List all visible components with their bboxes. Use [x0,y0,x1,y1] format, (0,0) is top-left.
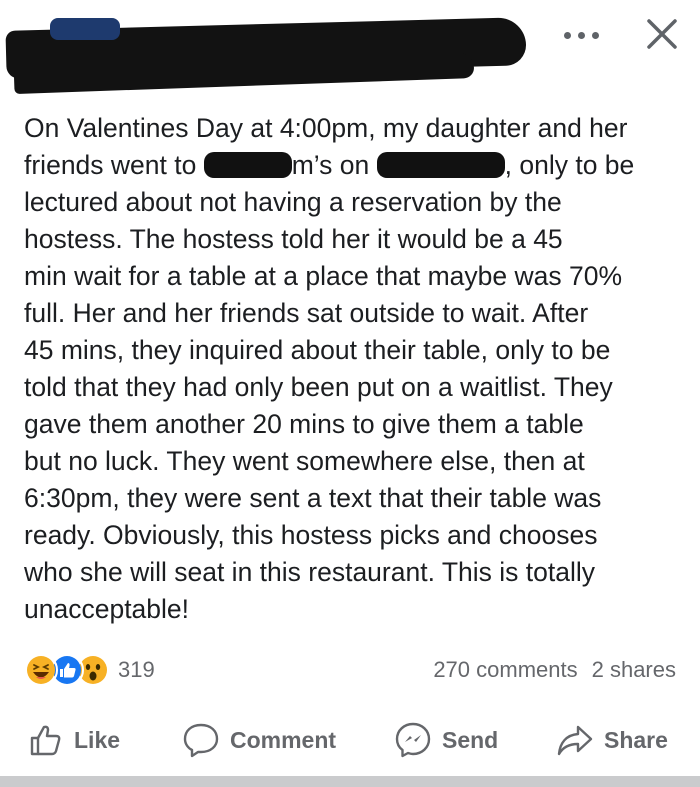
comment-button[interactable]: Comment [182,718,336,762]
like-button[interactable]: Like [28,718,120,762]
redacted-avatar [50,18,120,40]
post-line: ready. Obviously, this hostess picks and… [24,520,598,550]
close-icon[interactable] [644,16,680,52]
post-body-text: On Valentines Day at 4:00pm, my daughter… [24,110,684,628]
post-line: unacceptable! [24,594,190,624]
comment-label: Comment [230,726,337,753]
post-line-redacted: friends went to m’s on , only to be [24,147,684,184]
post-line: 6:30pm, they were sent a text that their… [24,483,602,513]
shares-count-link[interactable]: 2 shares [592,657,676,683]
comments-count-link[interactable]: 270 comments [433,657,577,683]
post-line-fragment: m’s on [291,150,377,180]
reactions-summary[interactable]: 319 [24,652,155,688]
post-line: lectured about not having a reservation … [24,187,562,217]
send-label: Send [442,726,499,753]
haha-emoji-icon [24,653,58,687]
post-line-fragment: friends went to [24,150,204,180]
post-line: hostess. The hostess told her it would b… [24,224,563,254]
reaction-count: 319 [118,657,155,682]
like-thumb-outline-icon [30,725,61,756]
post-header [0,0,700,100]
post-line: told that they had only been put on a wa… [24,372,613,402]
post-line: but no luck. They went somewhere else, t… [24,446,585,476]
send-button[interactable]: Send [394,718,498,762]
post-line: gave them another 20 mins to give them a… [24,409,584,439]
engagement-stats: 270 comments 2 shares [433,652,676,688]
messenger-icon [395,722,431,758]
share-button[interactable]: Share [556,718,668,762]
bottom-divider [0,776,700,787]
post-action-bar: Like Comment Send Share [0,710,700,770]
redacted-street-name [376,152,505,178]
share-arrow-icon [557,725,593,756]
share-label: Share [604,726,668,753]
post-line: full. Her and her friends sat outside to… [24,298,589,328]
like-label: Like [74,726,121,753]
more-horizontal-icon[interactable] [562,26,602,46]
post-line: 45 mins, they inquired about their table… [24,335,611,365]
redacted-restaurant-name [203,152,292,178]
post-line: who she will seat in this restaurant. Th… [24,557,595,587]
comment-bubble-icon [183,723,219,758]
post-line: min wait for a table at a place that may… [24,261,623,291]
post-line: On Valentines Day at 4:00pm, my daughter… [24,113,628,143]
post-line-fragment: , only to be [504,150,635,180]
